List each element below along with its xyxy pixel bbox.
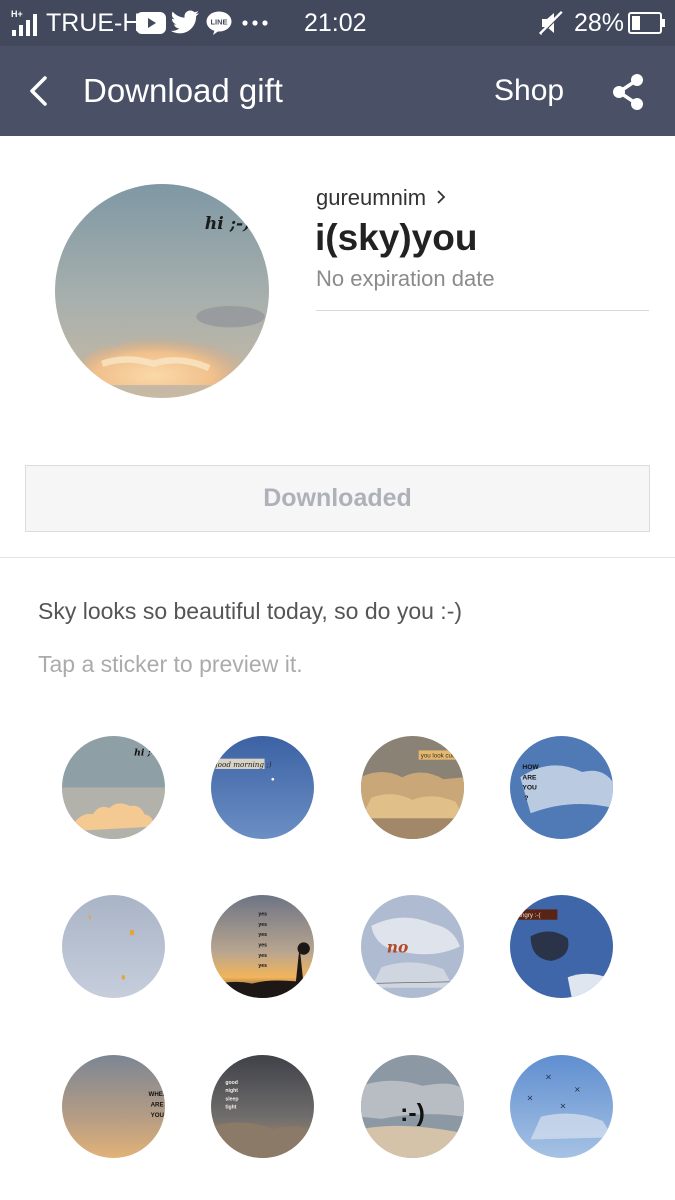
sticker-where-are-you[interactable]: WHERE ARE YOU <box>62 1055 165 1158</box>
youtube-icon <box>136 0 166 46</box>
svg-text:ARE: ARE <box>522 774 537 781</box>
sticker-golden-clouds[interactable]: you look cute <box>361 736 464 839</box>
svg-text:⨯: ⨯ <box>559 1101 566 1111</box>
svg-text:YOU: YOU <box>522 785 537 792</box>
svg-text:HOW: HOW <box>522 764 539 771</box>
svg-text:⨯: ⨯ <box>526 1092 533 1102</box>
main-sticker-thumbnail: hi ;-) <box>55 184 269 398</box>
battery-percent: 28% <box>574 8 625 37</box>
carrier-name: TRUE-H <box>46 8 141 37</box>
status-time: 21:02 <box>304 8 367 37</box>
shop-button[interactable]: Shop <box>494 46 564 136</box>
product-title: i(sky)you <box>315 217 478 258</box>
svg-text:ARE: ARE <box>151 1102 164 1109</box>
svg-text:WHERE: WHERE <box>149 1091 165 1098</box>
svg-text:yes: yes <box>258 953 267 959</box>
svg-text:good: good <box>225 1080 238 1086</box>
mute-icon <box>538 0 564 46</box>
svg-text:YOU: YOU <box>151 1112 165 1119</box>
description-text: Sky looks so beautiful today, so do you … <box>38 598 463 624</box>
svg-text:yes: yes <box>258 912 267 918</box>
author-name: gureumnim <box>316 185 427 210</box>
status-bar: H+ TRUE-H LINE 21:02 28% <box>0 0 675 46</box>
svg-text:hungry :-(: hungry :-( <box>514 912 541 919</box>
svg-text:tight: tight <box>225 1105 236 1111</box>
author-link[interactable]: gureumnim <box>316 185 446 211</box>
divider <box>0 557 675 558</box>
svg-text:good morning ;): good morning ;) <box>213 760 272 769</box>
divider <box>316 310 649 311</box>
twitter-icon <box>170 0 200 46</box>
share-icon[interactable] <box>606 70 650 114</box>
more-icon <box>242 0 268 46</box>
svg-text:hi ;-): hi ;-) <box>134 748 159 759</box>
sticker-hi-sunset-cloud[interactable]: hi ;-) <box>62 736 165 839</box>
line-icon: LINE <box>206 0 232 46</box>
svg-text:night: night <box>225 1088 238 1094</box>
svg-text::-): :-) <box>400 1100 425 1127</box>
sticker-how-are-you[interactable]: HOW ARE YOU ? <box>510 736 613 839</box>
svg-text:yes: yes <box>258 963 267 969</box>
preview-hint-text: Tap a sticker to preview it. <box>38 651 303 677</box>
sticker-birds-blue[interactable]: ⨯ ⨯ ⨯ ⨯ <box>510 1055 613 1158</box>
svg-text:⨯: ⨯ <box>574 1084 581 1094</box>
sticker-yes-sunset-tree[interactable]: yes yes yes yes yes yes <box>211 895 314 998</box>
sticker-no-cloud[interactable]: no <box>361 895 464 998</box>
battery-icon <box>628 0 666 46</box>
sticker-pale-sky-birds[interactable] <box>62 895 165 998</box>
sticker-good-morning-blue[interactable]: good morning ;) <box>211 736 314 839</box>
svg-text:yes: yes <box>258 943 267 949</box>
page-title: Download gift <box>83 72 283 109</box>
back-arrow-icon[interactable] <box>18 68 58 114</box>
sticker-hungry-dark-cloud[interactable]: hungry :-( <box>510 895 613 998</box>
svg-text:no: no <box>387 938 409 957</box>
svg-text:⨯: ⨯ <box>545 1072 552 1082</box>
svg-text:?: ? <box>524 795 528 802</box>
thumbnail-caption: hi ;-) <box>205 214 251 234</box>
svg-text:H+: H+ <box>11 9 23 19</box>
sticker-good-night-dark[interactable]: good night sleep tight <box>211 1055 314 1158</box>
chevron-right-icon <box>436 185 446 211</box>
downloaded-button[interactable]: Downloaded <box>25 465 650 532</box>
svg-text:LINE: LINE <box>210 18 227 27</box>
svg-text:yes: yes <box>258 922 267 928</box>
signal-icon: H+ <box>10 0 44 46</box>
svg-text:yes: yes <box>258 932 267 938</box>
expiration-text: No expiration date <box>316 266 495 291</box>
app-header: Download gift Shop <box>0 46 675 136</box>
svg-text:sleep: sleep <box>225 1096 238 1102</box>
sticker-smiley-cloud[interactable]: :-) <box>361 1055 464 1158</box>
svg-text:you look cute: you look cute <box>421 753 458 760</box>
